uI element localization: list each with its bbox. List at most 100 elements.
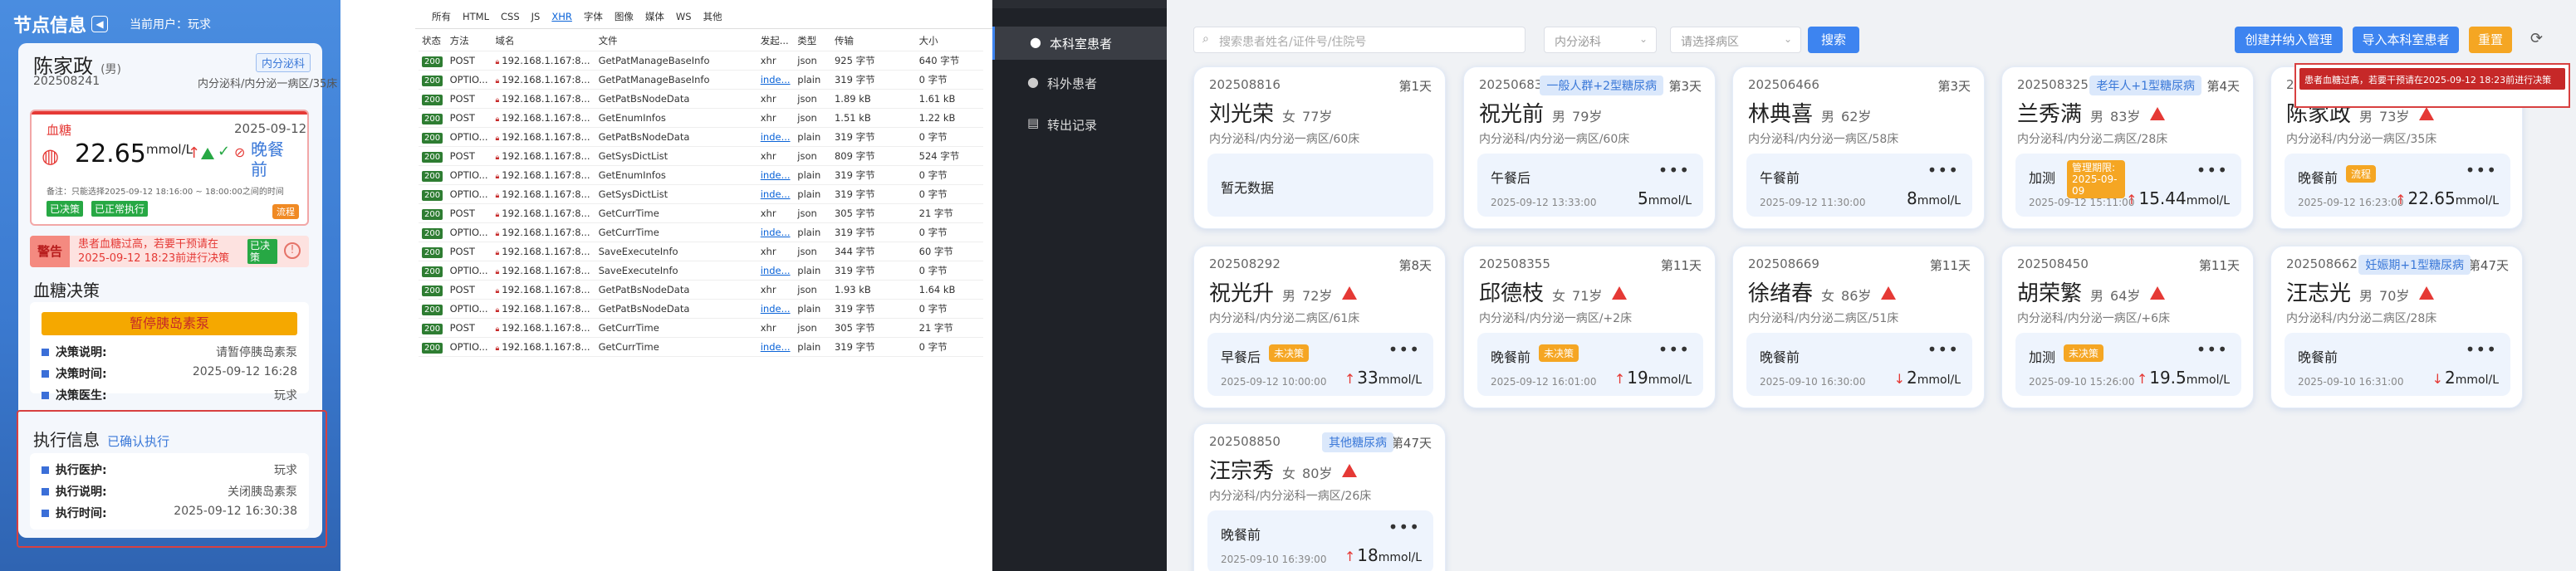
more-options-icon[interactable]: ••• [2196,160,2228,180]
network-row[interactable]: 200 OPTIO... 🔒︎ 192.168.1.167:8... GetCurrTi… [419,337,983,357]
devtools-tab[interactable]: 其他 [703,10,722,23]
network-row[interactable]: 200 OPTIO... 🔒︎ 192.168.1.167:8... GetPatBsN… [419,299,983,319]
more-options-icon[interactable]: ••• [1927,160,1959,180]
network-row[interactable]: 200 POST 🔒︎ 192.168.1.167:8... GetPatBsNodeD… [419,280,983,300]
patient-age: 77岁 [1302,109,1333,124]
network-row[interactable]: 200 OPTIO... 🔒︎ 192.168.1.167:8... GetCurrTi… [419,222,983,242]
network-row[interactable]: 200 POST 🔒︎ 192.168.1.167:8... GetEnumInfos x… [419,108,983,128]
patient-card[interactable]: 202506831 第3天 一般人群+2型糖尿病 祝光前男 79岁 内分泌科/内分泌一病区… [1463,66,1716,229]
network-cell: 319 字节 [830,261,916,281]
flow-button[interactable]: 流程 [272,204,299,219]
network-column-header[interactable]: 发起... [757,32,795,51]
decision-row: 决策时间: 2025-09-12 16:28 [42,365,297,382]
glucose-record[interactable]: 午餐后 ••• 2025-09-12 13:33:00 5mmol/L [1477,154,1703,217]
glucose-record[interactable]: 晚餐前 ••• 2025-09-10 16:31:00 ↓ 2mmol/L [2285,333,2510,396]
network-cell-text: GetEnumInfos [598,111,666,124]
exec-link[interactable]: 已确认执行 [107,434,169,449]
network-column-header[interactable]: 文件 [595,32,757,51]
patient-age: 79岁 [1572,109,1603,124]
network-column-header[interactable]: 域名 [492,32,595,51]
patient-sex: 男 [2090,109,2104,124]
more-options-icon[interactable]: ••• [1927,339,1959,359]
network-row[interactable]: 200 OPTIO... 🔒︎ 192.168.1.167:8... GetPatMan… [419,70,983,90]
devtools-tab[interactable]: WS [676,11,692,22]
patient-location: 内分泌科/内分泌一病区/+2床 [1479,312,1633,325]
network-column-header[interactable]: 类型 [794,32,831,51]
glucose-record[interactable]: 晚餐前 流程 ••• 2025-09-12 16:23:00 ↑ 22.65mmol/L [2285,154,2510,217]
info-icon[interactable]: ! [284,242,301,259]
patient-sex-age: 男 79岁 [1552,105,1602,125]
meal-label: 早餐后 [1221,349,1261,365]
patient-card[interactable]: 202508850 第47天 其他糖尿病 汪宗秀女 80岁 内分泌科/内分泌科一病区/26… [1193,423,1446,571]
network-row[interactable]: 200 POST 🔒︎ 192.168.1.167:8... GetPatBsNodeD… [419,89,983,109]
more-options-icon[interactable]: ••• [1658,339,1690,359]
glucose-record[interactable]: 早餐后 未决策 ••• 2025-09-12 10:00:00 ↑ 33mmol/L [1207,333,1433,396]
collapse-icon[interactable]: ◀ [91,16,109,32]
decision-row: 决策说明: 请暂停胰岛素泵 [42,344,297,360]
network-column-header[interactable]: 方法 [446,32,492,51]
network-row[interactable]: 200 OPTIO... 🔒︎ 192.168.1.167:8... GetEnumIn… [419,165,983,185]
network-cell: POST [446,318,492,338]
patient-card[interactable]: 202508450 第11天 胡荣繁男 64岁 内分泌科/内分泌一病区/+6床 加测 未决策… [2001,246,2254,408]
network-cell: OPTIO... [446,222,492,242]
network-row[interactable]: 200 OPTIO... 🔒︎ 192.168.1.167:8... GetSysDic… [419,184,983,204]
glucose-record[interactable]: 晚餐前 ••• 2025-09-10 16:39:00 ↑ 18mmol/L [1207,510,1433,571]
warning-icon [2150,286,2165,300]
glucose-record[interactable]: 晚餐前 ••• 2025-09-10 16:30:00 ↓ 2mmol/L [1746,333,1972,396]
insecure-lock-icon: 🔒︎ [495,172,500,181]
network-row[interactable]: 200 POST 🔒︎ 192.168.1.167:8... SaveExecuteIn… [419,242,983,261]
devtools-tab[interactable]: JS [531,11,541,22]
devtools-tab[interactable]: 所有 [432,10,451,23]
devtools-tab[interactable]: 图像 [615,10,634,23]
network-column-header[interactable]: 传输 [830,32,916,51]
network-cell: plain [794,184,831,204]
patient-card[interactable]: 202508355 第11天 邱德枝女 71岁 内分泌科/内分泌一病区/+2床 晚餐前 未决… [1463,246,1716,408]
glucose-record[interactable]: 晚餐前 未决策 ••• 2025-09-12 16:01:00 ↑ 19mmol/L [1477,333,1703,396]
patient-name: 祝光升 [1209,281,1275,306]
glucose-record[interactable]: 加测 管理期限: 2025-09-09 ••• 2025-09-12 15:11:00… [2015,154,2241,217]
glucose-record[interactable]: 加测 未决策 ••• 2025-09-10 15:26:00 ↑ 19.5mmol/L [2015,333,2241,396]
network-row[interactable]: 200 POST 🔒︎ 192.168.1.167:8... GetCurrTime xh… [419,318,983,338]
network-row[interactable]: 200 OPTIO... 🔒︎ 192.168.1.167:8... GetPatBsN… [419,127,983,147]
network-row[interactable]: 200 OPTIO... 🔒︎ 192.168.1.167:8... SaveExecu… [419,261,983,281]
hospital-day: 第8天 [1398,258,1432,273]
patient-card[interactable]: 202508325 第4天 老年人+1型糖尿病 兰秀满男 83岁 内分泌科/内分泌二病区/… [2001,66,2254,229]
node-info-panel: 节点信息 ◀ 当前用户：玩求 陈家政 (男) 内分泌科 202508241 内分… [0,0,340,571]
network-cell-text: json [797,92,817,105]
network-row[interactable]: 200 POST 🔒︎ 192.168.1.167:8... GetCurrTime xh… [419,203,983,223]
network-column-header[interactable]: 状态 [419,32,447,51]
warning-icon [2150,107,2165,120]
devtools-tab[interactable]: 媒体 [645,10,664,23]
patient-card[interactable]: 202508669 第11天 徐绪春女 86岁 内分泌科/内分泌二病区/51床 晚餐前 ••… [1732,246,1985,408]
more-options-icon[interactable]: ••• [1388,517,1420,537]
devtools-tab[interactable]: 字体 [584,10,603,23]
more-options-icon[interactable]: ••• [1388,339,1420,359]
network-cell-text: xhr [760,149,776,162]
patient-card[interactable]: 202508662 第47天 妊娠期+1型糖尿病 汪志光男 70岁 内分泌科/内分泌二病区… [2270,246,2523,408]
more-options-icon[interactable]: ••• [2466,339,2497,359]
warning-icon [2419,107,2434,120]
network-row[interactable]: 200 POST 🔒︎ 192.168.1.167:8... GetSysDictLis… [419,146,983,166]
glucose-record[interactable]: 午餐前 ••• 2025-09-12 11:30:00 8mmol/L [1746,154,1972,217]
more-options-icon[interactable]: ••• [1658,160,1690,180]
network-row[interactable]: 200 POST 🔒︎ 192.168.1.167:8... GetPatManageB… [419,51,983,71]
devtools-tab[interactable]: CSS [501,11,520,22]
network-cell: 200 [419,222,447,242]
network-cell: inde... [757,299,795,319]
patient-code: 202508325 [2017,77,2089,92]
network-cell: inde... [757,70,795,90]
alert-label: 警告 [30,236,70,267]
glucose-record[interactable]: 暂无数据 [1207,154,1433,217]
patient-card[interactable]: 202508816 第1天 刘光荣女 77岁 内分泌科/内分泌一病区/60床 暂无数据 [1193,66,1446,229]
glucose-card[interactable]: 血糖 2025-09-12 ◍ 22.65 mmol/L ↑ ✓ ⊘ 晚餐前 备… [30,110,309,226]
more-options-icon[interactable]: ••• [2196,339,2228,359]
glucose-number: 18 [1357,545,1379,565]
meal-label: 晚餐前 [1221,527,1261,543]
devtools-tab[interactable]: XHR [551,11,572,22]
patient-card[interactable]: 202506466 第3天 林典喜男 62岁 内分泌科/内分泌一病区/58床 午餐前 •••… [1732,66,1985,229]
network-column-header[interactable]: 大小 [915,32,983,51]
network-cell: 21 字节 [915,203,983,223]
patient-card[interactable]: 202508292 第8天 祝光升男 72岁 内分泌科/内分泌二病区/61床 早餐后 未决策… [1193,246,1446,408]
devtools-tab[interactable]: HTML [463,11,489,22]
more-options-icon[interactable]: ••• [2466,160,2497,180]
